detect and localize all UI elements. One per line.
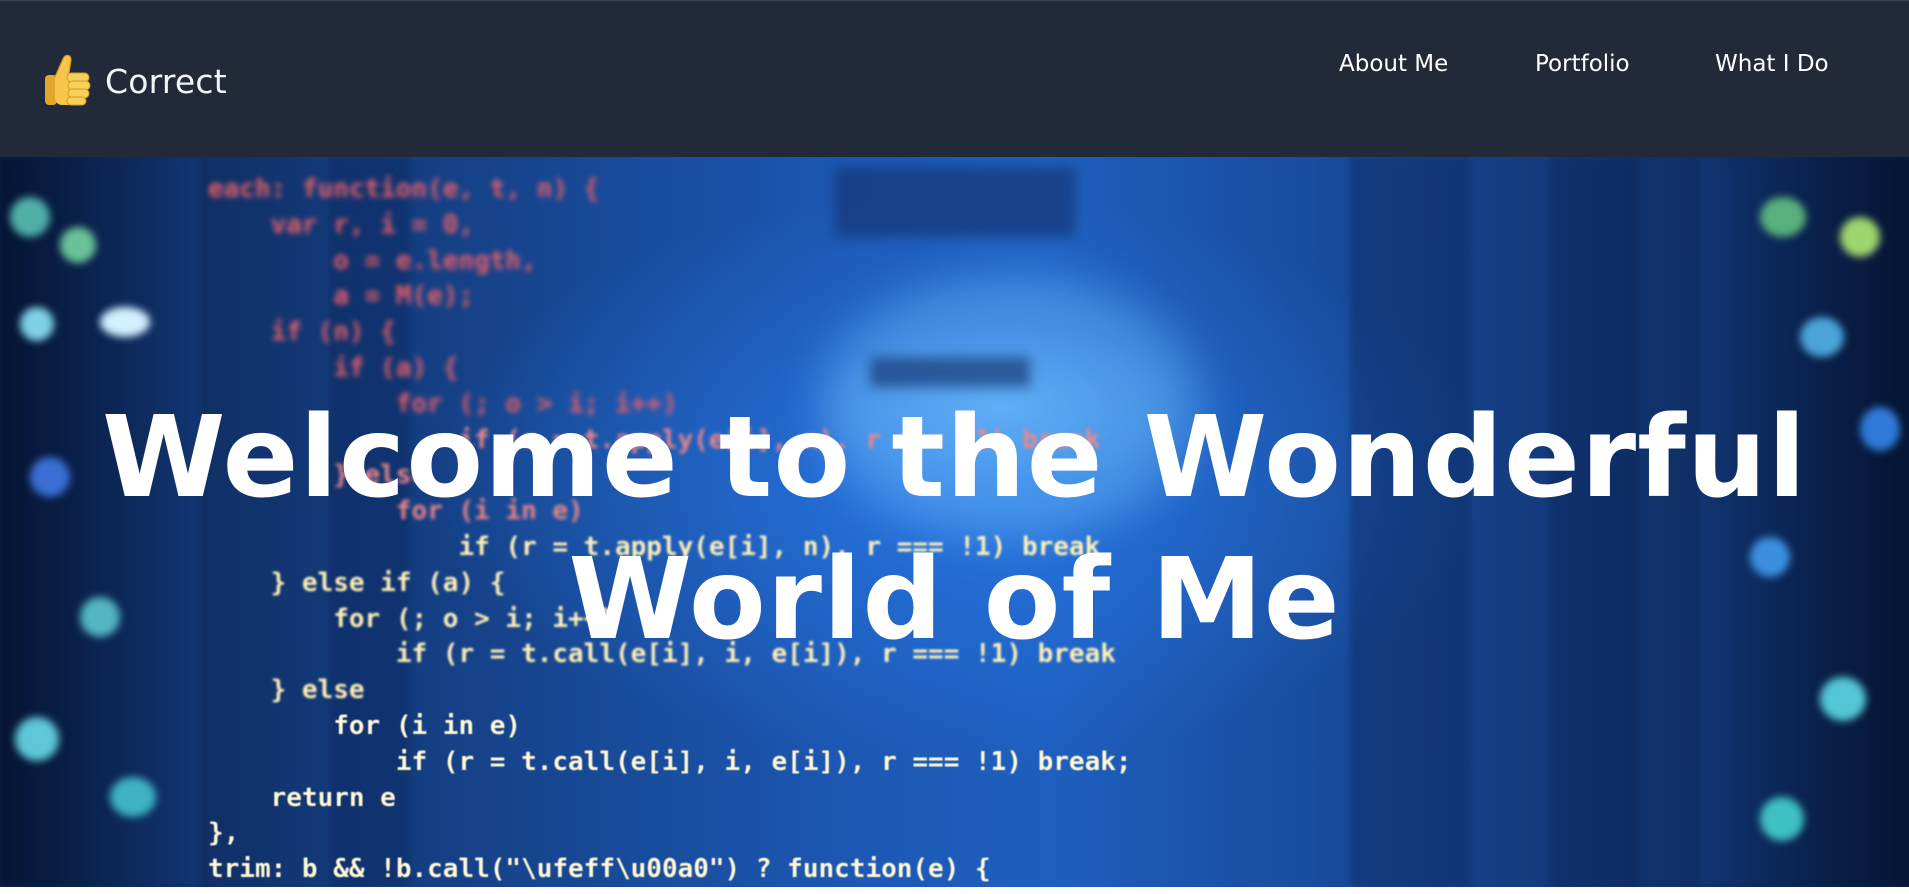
page-bottom-edge xyxy=(0,887,1909,894)
code-line: if (n) { xyxy=(208,317,396,348)
rack-light xyxy=(110,777,156,817)
code-line: var r, i = 0, xyxy=(208,209,475,240)
code-line: if (a) { xyxy=(208,352,459,383)
rack-light xyxy=(1760,197,1806,237)
navbar: Correct About Me Portfolio What I Do xyxy=(0,0,1909,157)
code-line: a = M(e); xyxy=(208,281,475,312)
rack-light xyxy=(100,307,150,337)
nav-link-about-me[interactable]: About Me xyxy=(1339,51,1448,77)
code-line: }, xyxy=(208,818,240,849)
page: Correct About Me Portfolio What I Do eac… xyxy=(0,0,1909,894)
code-line: } else xyxy=(208,675,365,706)
rack-light xyxy=(1840,217,1880,257)
hero-title: Welcome to the Wonderful World of Me xyxy=(0,387,1909,671)
nav-link-what-i-do[interactable]: What I Do xyxy=(1715,51,1829,77)
hero-title-line-1: Welcome to the Wonderful xyxy=(101,393,1808,523)
rack-light xyxy=(60,227,96,263)
code-line: for (i in e) xyxy=(208,710,522,741)
code-line: trim: b && !b.call("\ufeff\u00a0") ? fun… xyxy=(208,854,991,885)
code-line: return e xyxy=(208,782,396,813)
code-line: if (r = t.call(e[i], i, e[i]), r === !1)… xyxy=(208,746,1132,777)
code-line: o = e.length, xyxy=(208,245,537,276)
hero-title-line-2: World of Me xyxy=(568,535,1341,665)
rack-light xyxy=(15,717,59,761)
rack-light xyxy=(1760,797,1804,841)
code-line: each: function(e, t, n) { xyxy=(208,174,600,204)
nav-link-portfolio[interactable]: Portfolio xyxy=(1535,51,1630,77)
hero-section: each: function(e, t, n) { var r, i = 0, … xyxy=(0,157,1909,887)
brand-name: Correct xyxy=(105,61,227,101)
rack-light xyxy=(20,307,54,341)
rack-light xyxy=(10,197,50,237)
thumbs-up-icon xyxy=(41,51,95,111)
brand-link[interactable]: Correct xyxy=(41,51,227,111)
rack-light xyxy=(1820,677,1866,721)
rack-light xyxy=(1800,317,1844,357)
